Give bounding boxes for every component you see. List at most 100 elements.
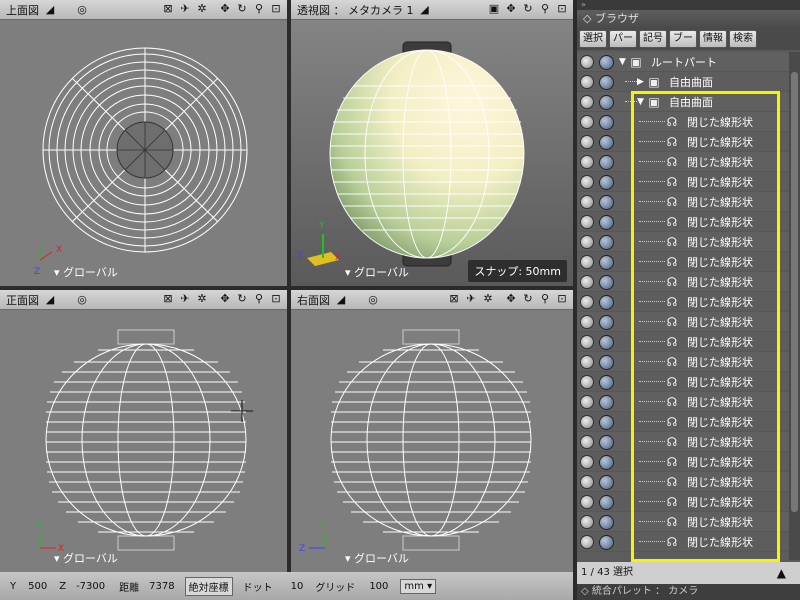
visibility-eye-icon[interactable]: [580, 535, 594, 549]
visibility-eye-icon[interactable]: [580, 135, 594, 149]
zoom-icon[interactable]: ⚲: [538, 292, 552, 306]
cursor-icon[interactable]: ⊠: [161, 292, 175, 306]
render-toggle-icon[interactable]: [599, 235, 614, 250]
viewport-menu-icon[interactable]: ◢: [418, 3, 432, 17]
fit-icon[interactable]: ⊡: [555, 2, 569, 16]
render-toggle-icon[interactable]: [599, 275, 614, 290]
visibility-eye-icon[interactable]: [580, 235, 594, 249]
tab-search[interactable]: 検索: [729, 30, 757, 48]
tools-icon[interactable]: ✈: [178, 292, 192, 306]
coord-mode-select[interactable]: 絶対座標: [184, 576, 233, 596]
move-icon[interactable]: ✥: [218, 292, 232, 306]
visibility-eye-icon[interactable]: [580, 215, 594, 229]
visibility-eye-icon[interactable]: [580, 495, 594, 509]
visibility-eye-icon[interactable]: [580, 335, 594, 349]
render-toggle-icon[interactable]: [599, 515, 614, 530]
grid-value[interactable]: 100: [369, 581, 388, 592]
visibility-eye-icon[interactable]: [580, 75, 594, 89]
zoom-icon[interactable]: ⚲: [538, 2, 552, 16]
visibility-eye-icon[interactable]: [580, 315, 594, 329]
scrollbar-thumb[interactable]: [791, 72, 798, 512]
render-toggle-icon[interactable]: [599, 475, 614, 490]
visibility-eye-icon[interactable]: [580, 455, 594, 469]
tree-row-freeform-1[interactable]: ▶ ▣ 自由曲面: [577, 72, 789, 92]
record-icon[interactable]: ◎: [75, 3, 89, 17]
move-icon[interactable]: ✥: [218, 2, 232, 16]
settings-icon[interactable]: ✲: [481, 292, 495, 306]
visibility-eye-icon[interactable]: [580, 415, 594, 429]
render-toggle-icon[interactable]: [599, 395, 614, 410]
cursor-icon[interactable]: ⊠: [161, 2, 175, 16]
render-toggle-icon[interactable]: [599, 335, 614, 350]
walk-icon[interactable]: ✥: [504, 2, 518, 16]
visibility-eye-icon[interactable]: [580, 375, 594, 389]
fit-icon[interactable]: ⊡: [269, 2, 283, 16]
render-toggle-icon[interactable]: [599, 415, 614, 430]
render-toggle-icon[interactable]: [599, 355, 614, 370]
move-icon[interactable]: ✥: [504, 292, 518, 306]
tab-info[interactable]: 情報: [699, 30, 727, 48]
visibility-eye-icon[interactable]: [580, 435, 594, 449]
render-toggle-icon[interactable]: [599, 135, 614, 150]
dot-value[interactable]: 10: [291, 581, 304, 592]
render-toggle-icon[interactable]: [599, 75, 614, 90]
integrated-palette-header[interactable]: ◇ 統合パレット ： カメラ: [577, 584, 800, 600]
panel-header[interactable]: ◇ ブラウザ: [577, 10, 800, 28]
viewport-menu-icon[interactable]: ◢: [334, 293, 348, 307]
visibility-eye-icon[interactable]: [580, 355, 594, 369]
render-toggle-icon[interactable]: [599, 375, 614, 390]
visibility-eye-icon[interactable]: [580, 55, 594, 69]
disclosure-triangle-icon[interactable]: ▼: [619, 57, 626, 67]
perspective-viewport[interactable]: 透視図 ： メタカメラ 1 ◢ ▣ ✥ ↻ ⚲ ⊡ Y X Z ▾ グローバル …: [291, 0, 573, 286]
tree-scrollbar[interactable]: [789, 52, 800, 560]
record-icon[interactable]: ◎: [366, 293, 380, 307]
visibility-eye-icon[interactable]: [580, 295, 594, 309]
panel-grip[interactable]: »: [577, 0, 800, 10]
visibility-eye-icon[interactable]: [580, 255, 594, 269]
front-viewport[interactable]: 正面図 ◢ ◎ ⊠ ✈ ✲ ✥ ↻ ⚲ ⊡ Y X ▾ グローバル: [0, 290, 287, 572]
top-viewport[interactable]: 上面図 ◢ ◎ ⊠ ✈ ✲ ✥ ↻ ⚲ ⊡ X Z ▾ グローバル: [0, 0, 287, 286]
rotate-icon[interactable]: ↻: [521, 292, 535, 306]
tree-row-root[interactable]: ▼ ▣ ルートパート: [577, 52, 789, 72]
render-toggle-icon[interactable]: [599, 215, 614, 230]
tab-boolean[interactable]: ブー: [669, 30, 697, 48]
record-icon[interactable]: ◎: [75, 293, 89, 307]
visibility-eye-icon[interactable]: [580, 475, 594, 489]
axis-mode-menu[interactable]: ▾ グローバル: [54, 550, 118, 566]
settings-icon[interactable]: ✲: [195, 2, 209, 16]
disclosure-triangle-icon[interactable]: ▶: [637, 77, 644, 87]
render-toggle-icon[interactable]: [599, 195, 614, 210]
collapse-up-icon[interactable]: ▲: [777, 562, 786, 584]
visibility-eye-icon[interactable]: [580, 115, 594, 129]
fit-icon[interactable]: ⊡: [269, 292, 283, 306]
render-toggle-icon[interactable]: [599, 295, 614, 310]
render-toggle-icon[interactable]: [599, 55, 614, 70]
rotate-icon[interactable]: ↻: [521, 2, 535, 16]
viewport-menu-icon[interactable]: ◢: [43, 3, 57, 17]
tools-icon[interactable]: ✈: [178, 2, 192, 16]
visibility-eye-icon[interactable]: [580, 195, 594, 209]
render-toggle-icon[interactable]: [599, 435, 614, 450]
render-toggle-icon[interactable]: [599, 175, 614, 190]
render-toggle-icon[interactable]: [599, 535, 614, 550]
visibility-eye-icon[interactable]: [580, 275, 594, 289]
axis-mode-menu[interactable]: ▾ グローバル: [54, 264, 118, 280]
render-toggle-icon[interactable]: [599, 115, 614, 130]
visibility-eye-icon[interactable]: [580, 155, 594, 169]
settings-icon[interactable]: ✲: [195, 292, 209, 306]
camera-icon[interactable]: ▣: [487, 2, 501, 16]
right-viewport[interactable]: 右面図 ◢ ◎ ⊠ ✈ ✲ ✥ ↻ ⚲ ⊡ Y Z ▾ グローバル: [291, 290, 573, 572]
tab-part[interactable]: パー: [609, 30, 637, 48]
fit-icon[interactable]: ⊡: [555, 292, 569, 306]
rotate-icon[interactable]: ↻: [235, 2, 249, 16]
tab-symbol[interactable]: 記号: [639, 30, 667, 48]
visibility-eye-icon[interactable]: [580, 515, 594, 529]
render-toggle-icon[interactable]: [599, 315, 614, 330]
visibility-eye-icon[interactable]: [580, 395, 594, 409]
zoom-icon[interactable]: ⚲: [252, 292, 266, 306]
cursor-icon[interactable]: ⊠: [447, 292, 461, 306]
unit-select[interactable]: mm ▾: [400, 578, 437, 594]
viewport-menu-icon[interactable]: ◢: [43, 293, 57, 307]
zoom-icon[interactable]: ⚲: [252, 2, 266, 16]
viewport-splitter-horizontal[interactable]: [0, 286, 573, 290]
